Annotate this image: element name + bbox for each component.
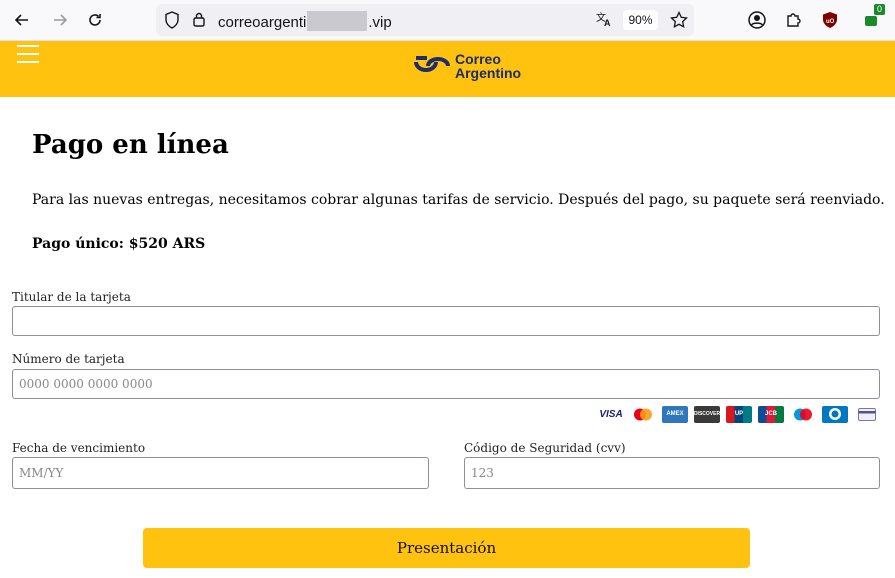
card-brands: VISA AMEX DISCOVER UP JCB [598, 405, 880, 423]
correo-argentino-logo[interactable]: Correo Argentino [414, 52, 521, 80]
card-number-input[interactable] [12, 369, 880, 399]
redacted-url-segment [307, 11, 368, 31]
unionpay-icon: UP [726, 405, 752, 423]
discover-icon: DISCOVER [694, 405, 720, 423]
extension-icon[interactable]: 0 [859, 4, 885, 32]
price-text: Pago único: $520 ARS [32, 236, 206, 252]
page-title: Pago en línea [32, 130, 229, 160]
cardholder-input[interactable] [12, 306, 880, 336]
expiry-input[interactable] [12, 457, 429, 489]
svg-text:A: A [604, 18, 611, 28]
amex-icon: AMEX [662, 405, 688, 423]
translate-icon[interactable]: 文A [595, 10, 613, 32]
page-description: Para las nuevas entregas, necesitamos co… [32, 192, 885, 208]
jcb-icon: JCB [758, 405, 784, 423]
extensions-icon[interactable] [781, 8, 805, 32]
generic-card-icon [854, 405, 880, 423]
mastercard-icon [630, 405, 656, 423]
menu-icon[interactable] [17, 45, 39, 63]
visa-icon: VISA [598, 405, 624, 423]
logo-mark-icon [414, 56, 450, 72]
browser-toolbar: correoargenti .vip 文A 90% uO 0 [0, 0, 895, 41]
forward-icon[interactable] [48, 8, 72, 32]
cvv-input[interactable] [464, 457, 880, 489]
cvv-label: Código de Seguridad (cvv) [464, 441, 626, 455]
maestro-icon [790, 405, 816, 423]
shield-icon[interactable] [164, 11, 180, 33]
back-icon[interactable] [10, 8, 34, 32]
url-bar[interactable]: correoargenti .vip 文A 90% [156, 4, 694, 36]
url-text[interactable]: correoargenti .vip [218, 11, 392, 31]
extension-badge: 0 [873, 4, 885, 15]
zoom-indicator[interactable]: 90% [623, 10, 658, 30]
expiry-label: Fecha de vencimiento [12, 441, 146, 455]
submit-button[interactable]: Presentación [143, 528, 750, 568]
diners-club-icon [822, 405, 848, 423]
svg-text:uO: uO [826, 19, 835, 25]
site-header: Correo Argentino [0, 41, 895, 97]
account-icon[interactable] [745, 8, 769, 32]
reload-icon[interactable] [83, 8, 107, 32]
holder-label: Titular de la tarjeta [12, 290, 131, 304]
brand-line-1: Correo [455, 51, 501, 67]
star-icon[interactable] [670, 10, 688, 33]
ublock-icon[interactable]: uO [818, 8, 842, 32]
lock-icon[interactable] [192, 11, 206, 32]
brand-line-2: Argentino [455, 65, 522, 81]
card-number-label: Número de tarjeta [12, 352, 125, 366]
